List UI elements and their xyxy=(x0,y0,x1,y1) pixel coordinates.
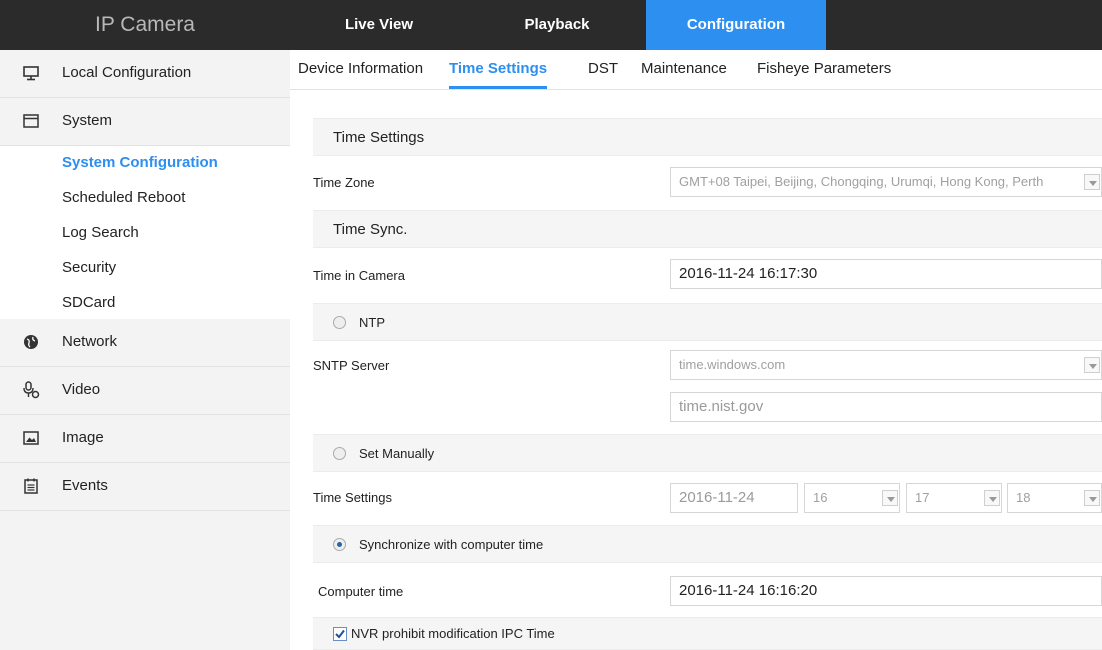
nvr-prohibit-label: NVR prohibit modification IPC Time xyxy=(351,626,555,641)
chevron-down-icon xyxy=(1084,490,1100,506)
microphone-icon xyxy=(22,381,40,399)
submenu-log-search[interactable]: Log Search xyxy=(62,224,139,241)
calendar-icon xyxy=(22,477,40,495)
tab-fisheye-parameters[interactable]: Fisheye Parameters xyxy=(757,50,891,89)
manual-date-input[interactable]: 2016-11-24 xyxy=(670,483,798,513)
ntp-radio[interactable] xyxy=(333,316,346,329)
time-settings-section: Time Settings xyxy=(313,118,1102,156)
time-zone-select[interactable]: GMT+08 Taipei, Beijing, Chongqing, Urumq… xyxy=(670,167,1102,197)
chevron-down-icon xyxy=(984,490,1000,506)
ntp-option-row: NTP xyxy=(313,303,1102,341)
checkmark-icon xyxy=(335,629,345,639)
manual-hour-value: 16 xyxy=(813,490,828,505)
sntp-server-select[interactable]: time.windows.com xyxy=(670,350,1102,380)
submenu-security[interactable]: Security xyxy=(62,259,116,276)
monitor-icon xyxy=(22,64,40,82)
system-submenu: System Configuration Scheduled Reboot Lo… xyxy=(0,146,290,319)
sntp-server-label: SNTP Server xyxy=(313,358,390,373)
computer-time-label: Computer time xyxy=(318,584,404,599)
tab-time-settings[interactable]: Time Settings xyxy=(449,50,548,89)
time-in-camera-field: 2016-11-24 16:17:30 xyxy=(670,259,1102,289)
globe-icon xyxy=(22,333,40,351)
nav-configuration[interactable]: Configuration xyxy=(646,0,826,50)
sidebar-item-label: Image xyxy=(62,429,104,446)
sidebar-item-label: System xyxy=(62,112,113,129)
image-icon xyxy=(22,429,40,447)
chevron-down-icon xyxy=(1084,174,1100,190)
sidebar-item-events[interactable]: Events xyxy=(0,463,290,511)
manual-minute-select[interactable]: 17 xyxy=(906,483,1002,513)
chevron-down-icon xyxy=(1084,357,1100,373)
sidebar: Local Configuration System System Config… xyxy=(0,50,290,650)
submenu-system-configuration[interactable]: System Configuration xyxy=(62,154,218,171)
sync-computer-radio[interactable] xyxy=(333,538,346,551)
chevron-down-icon xyxy=(882,490,898,506)
set-manually-radio[interactable] xyxy=(333,447,346,460)
manual-time-label: Time Settings xyxy=(313,490,392,505)
window-icon xyxy=(22,112,40,130)
nav-playback[interactable]: Playback xyxy=(468,0,646,50)
time-zone-value: GMT+08 Taipei, Beijing, Chongqing, Urumq… xyxy=(679,174,1044,189)
top-bar: IP Camera Live View Playback Configurati… xyxy=(0,0,1102,50)
tab-device-information[interactable]: Device Information xyxy=(298,50,423,89)
submenu-sdcard[interactable]: SDCard xyxy=(62,294,115,311)
sidebar-item-label: Local Configuration xyxy=(62,64,192,81)
sync-computer-label: Synchronize with computer time xyxy=(359,537,544,552)
sidebar-item-video[interactable]: Video xyxy=(0,367,290,415)
time-zone-label: Time Zone xyxy=(313,175,375,190)
nvr-prohibit-row: NVR prohibit modification IPC Time xyxy=(313,617,1102,650)
time-sync-section: Time Sync. xyxy=(313,210,1102,248)
sidebar-item-image[interactable]: Image xyxy=(0,415,290,463)
manual-second-select[interactable]: 18 xyxy=(1007,483,1102,513)
section-title: Time Sync. xyxy=(333,221,408,238)
sidebar-item-local-configuration[interactable]: Local Configuration xyxy=(0,50,290,98)
tab-maintenance[interactable]: Maintenance xyxy=(641,50,727,89)
sidebar-item-label: Video xyxy=(62,381,101,398)
sidebar-item-network[interactable]: Network xyxy=(0,319,290,367)
nav-live-view[interactable]: Live View xyxy=(290,0,468,50)
nvr-prohibit-checkbox[interactable] xyxy=(333,627,347,641)
sntp-server-value: time.windows.com xyxy=(679,357,786,372)
sidebar-item-label: Events xyxy=(62,477,108,494)
manual-second-value: 18 xyxy=(1016,490,1031,505)
config-tabs: Device Information Time Settings DST Mai… xyxy=(290,50,1102,90)
manual-minute-value: 17 xyxy=(915,490,930,505)
time-in-camera-label: Time in Camera xyxy=(313,268,405,283)
computer-time-field: 2016-11-24 16:16:20 xyxy=(670,576,1102,606)
sidebar-item-label: Network xyxy=(62,333,118,350)
sidebar-item-system[interactable]: System xyxy=(0,98,290,146)
set-manually-label: Set Manually xyxy=(359,446,435,461)
sync-computer-row: Synchronize with computer time xyxy=(313,525,1102,563)
ntp-label: NTP xyxy=(359,315,385,330)
ntp-server-input[interactable]: time.nist.gov xyxy=(670,392,1102,422)
app-title: IP Camera xyxy=(95,13,195,36)
section-title: Time Settings xyxy=(333,129,425,146)
submenu-scheduled-reboot[interactable]: Scheduled Reboot xyxy=(62,189,185,206)
set-manually-row: Set Manually xyxy=(313,434,1102,472)
tab-dst[interactable]: DST xyxy=(588,50,618,89)
manual-hour-select[interactable]: 16 xyxy=(804,483,900,513)
